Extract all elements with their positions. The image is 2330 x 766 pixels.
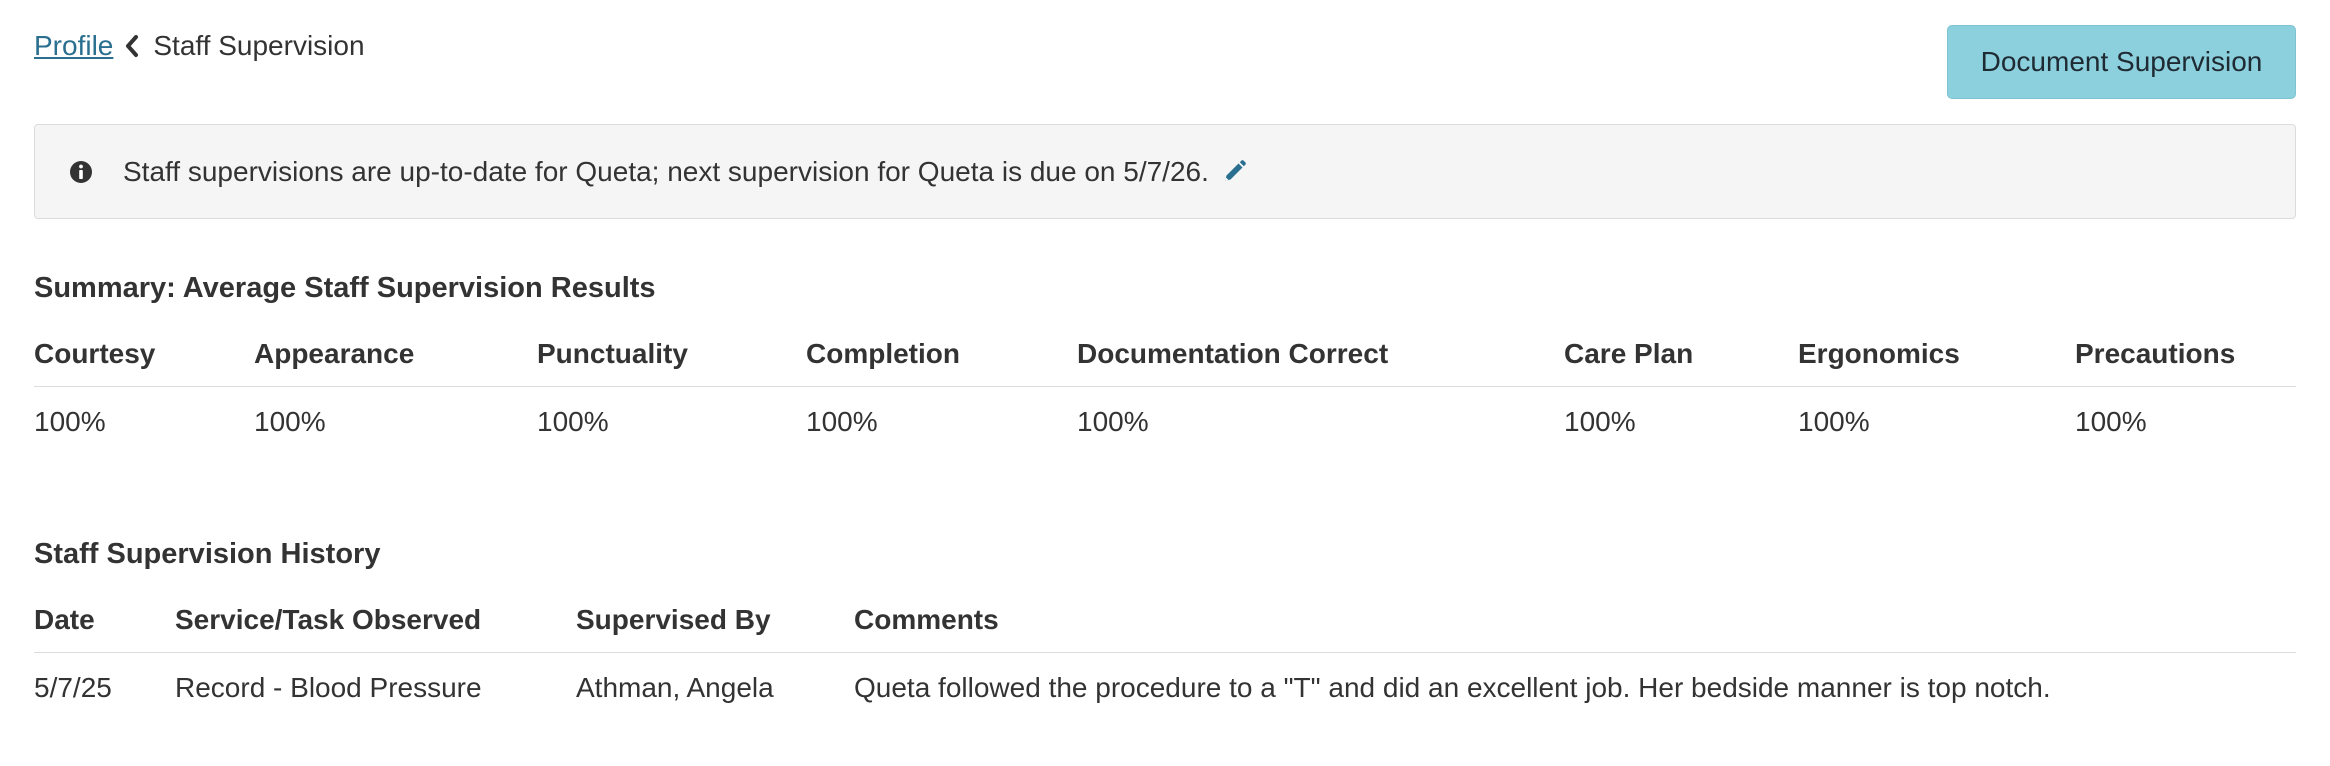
table-cell: 100% [34,406,106,438]
history-supervisor: Athman, Angela [576,672,774,704]
pencil-icon[interactable] [1221,159,1247,185]
column-header: Care Plan [1564,322,1798,387]
summary-values-row: 100% 100% 100% 100% 100% 100% 100% 100% [34,386,2296,458]
table-cell: 100% [1077,406,1149,438]
supervision-status-alert: Staff supervisions are up-to-date for Qu… [34,124,2296,219]
column-header: Precautions [2075,322,2296,387]
column-header: Documentation Correct [1077,322,1564,387]
history-date: 5/7/25 [34,672,112,704]
column-header: Courtesy [34,322,254,387]
table-cell: 100% [1564,406,1636,438]
history-title: Staff Supervision History [34,538,381,570]
summary-title: Summary: Average Staff Supervision Resul… [34,272,656,304]
staff-supervision-page: Profile Staff Supervision Document Super… [0,0,2330,766]
page-header: Profile Staff Supervision Document Super… [34,22,2296,102]
info-circle-icon [69,160,93,184]
column-header: Comments [854,588,2296,653]
document-supervision-button[interactable]: Document Supervision [1947,25,2296,99]
table-cell: 100% [254,406,326,438]
summary-header-row: Courtesy Appearance Punctuality Completi… [34,322,2296,387]
history-table: Date Service/Task Observed Supervised By… [34,588,2296,724]
column-header: Ergonomics [1798,322,2075,387]
column-header: Date [34,588,175,653]
column-header: Completion [806,322,1077,387]
column-header: Service/Task Observed [175,588,576,653]
alert-message: Staff supervisions are up-to-date for Qu… [123,155,1209,187]
table-cell: 100% [537,406,609,438]
history-header-row: Date Service/Task Observed Supervised By… [34,588,2296,653]
column-header: Supervised By [576,588,854,653]
column-header: Punctuality [537,322,806,387]
column-header: Appearance [254,322,537,387]
history-task: Record - Blood Pressure [175,672,482,704]
breadcrumb-profile-link[interactable]: Profile [34,30,113,62]
breadcrumb-current: Staff Supervision [153,30,365,61]
chevron-left-icon [119,30,145,62]
table-row: 5/7/25 Record - Blood Pressure Athman, A… [34,652,2296,724]
table-cell: 100% [2075,406,2147,438]
table-cell: 100% [806,406,878,438]
summary-table: Courtesy Appearance Punctuality Completi… [34,322,2296,458]
history-comment: Queta followed the procedure to a "T" an… [854,672,2051,704]
table-cell: 100% [1798,406,1870,438]
breadcrumb: Profile Staff Supervision [34,30,365,62]
